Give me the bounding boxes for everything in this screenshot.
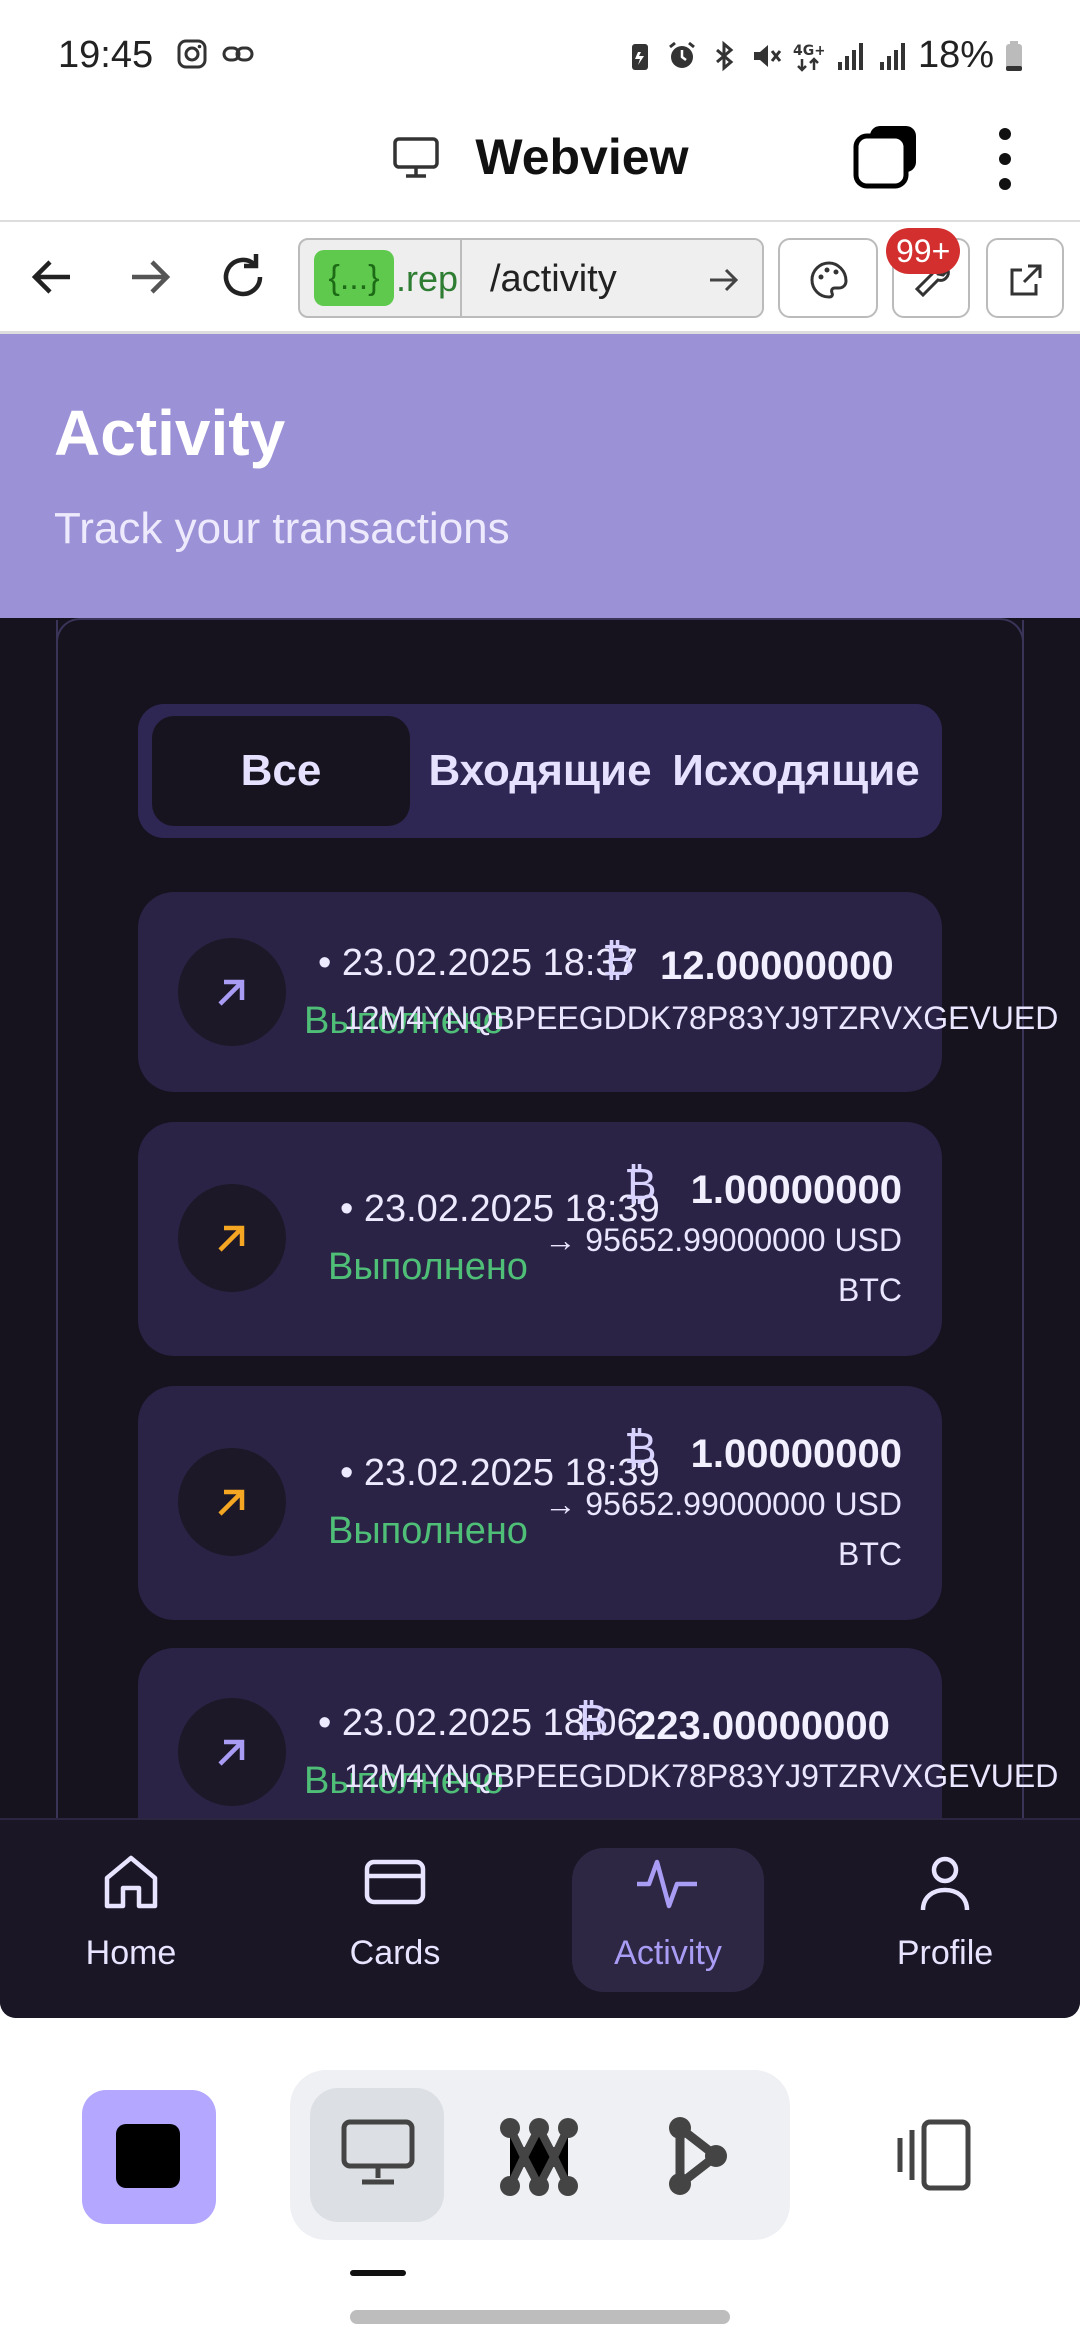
tab-outgoing[interactable]: Исходящие — [660, 716, 932, 826]
nav-home[interactable]: Home — [36, 1820, 226, 2018]
bitcoin-icon: ₿ — [576, 1696, 609, 1745]
battery-icon — [1006, 40, 1022, 71]
status-time: 19:45 — [58, 34, 154, 76]
bitcoin-icon: ₿ — [624, 1160, 657, 1209]
reload-icon[interactable] — [216, 250, 270, 304]
bluetooth-icon — [715, 40, 734, 71]
page-title: Activity — [54, 397, 286, 469]
tabs-icon[interactable] — [852, 124, 918, 190]
url-path: /activity — [490, 258, 617, 300]
tx-currency: BTC — [838, 1536, 902, 1572]
side-panel-icon[interactable] — [890, 2118, 976, 2192]
transaction-item[interactable]: • 23.02.2025 18:39 Выполнено ₿ 1.0000000… — [138, 1122, 942, 1356]
arrow-up-right-icon — [218, 1739, 245, 1766]
user-icon — [920, 1856, 970, 1911]
nav-label: Home — [85, 1934, 177, 1972]
home-icon — [104, 1855, 158, 1909]
tx-address: 12M4YNQBPEEGDDK78P83YJ9TZRVXGEVUED — [344, 1000, 1059, 1036]
nav-activity[interactable]: Activity — [572, 1820, 764, 2018]
url-host: .rep — [396, 258, 459, 299]
open-external-button[interactable] — [986, 238, 1064, 318]
monitor-icon — [392, 137, 439, 178]
external-link-icon — [1010, 264, 1042, 296]
svg-text:4G+: 4G+ — [793, 43, 824, 59]
tx-direction — [178, 1184, 286, 1292]
bitcoin-icon: ₿ — [602, 936, 635, 985]
webview-title: Webview — [475, 129, 689, 185]
url-chip: {...} — [314, 250, 394, 306]
mute-icon — [753, 44, 782, 67]
nav-profile[interactable]: Profile — [850, 1820, 1040, 2018]
tx-date: • 23.02.2025 18:37 — [318, 942, 638, 984]
forward-arrow-icon[interactable] — [122, 250, 176, 304]
more-menu-icon[interactable] — [990, 124, 1020, 194]
arrow-up-right-icon — [218, 1489, 245, 1516]
url-field[interactable]: {...} .rep /activity — [298, 238, 764, 318]
bitcoin-icon: ₿ — [624, 1424, 657, 1473]
go-arrow-icon[interactable] — [706, 262, 742, 298]
tx-conversion: → 95652.99000000 USD — [544, 1222, 902, 1258]
instagram-icon — [177, 39, 207, 69]
notification-badge: 99+ — [886, 228, 961, 274]
tx-amount: 1.00000000 — [690, 1168, 902, 1212]
filter-tabs: Все Входящие Исходящие — [138, 704, 942, 838]
view-mode-group — [290, 2070, 790, 2240]
tab-incoming[interactable]: Входящие — [422, 716, 658, 826]
monitor-icon[interactable] — [340, 2118, 416, 2188]
battery-saver-icon — [631, 43, 648, 70]
page-subtitle: Track your transactions — [54, 504, 510, 553]
tx-status: Выполнено — [328, 1246, 528, 1288]
nav-cards[interactable]: Cards — [300, 1820, 490, 2018]
activity-icon — [637, 1859, 697, 1909]
arrow-up-right-icon — [218, 1225, 245, 1252]
card-icon — [364, 1859, 426, 1905]
nav-label: Activity — [614, 1934, 722, 1972]
battery-percent: 18% — [917, 34, 994, 76]
tx-status: Выполнено — [328, 1510, 528, 1552]
alarm-icon — [669, 41, 695, 68]
app-header: Activity Track your transactions — [0, 334, 1080, 618]
tool-bar — [0, 2018, 1080, 2288]
tx-direction — [178, 1448, 286, 1556]
tx-direction — [178, 1698, 286, 1806]
bottom-nav: Home Cards Activity Profile — [0, 1818, 1080, 2018]
palette-icon — [810, 261, 848, 299]
nav-label: Cards — [349, 1934, 441, 1972]
stop-button[interactable] — [82, 2090, 216, 2224]
4g-icon: 4G+ — [793, 43, 824, 72]
theme-button[interactable] — [778, 238, 878, 318]
tx-address: 12M4YNQBPEEGDDK78P83YJ9TZRVXGEVUED — [344, 1758, 1059, 1794]
app-screen: Activity Track your transactions Все Вхо… — [0, 334, 1080, 2018]
status-bar: 19:45 4G+ 18% — [0, 0, 1080, 110]
tx-amount: 223.00000000 — [634, 1704, 890, 1748]
transaction-item[interactable]: • 23.02.2025 18:37 Выполнено ₿ 12.000000… — [138, 892, 1058, 1092]
tab-all[interactable]: Все — [152, 716, 410, 826]
tx-amount: 1.00000000 — [690, 1432, 902, 1476]
signal-icon — [837, 42, 863, 70]
arrow-up-right-icon — [218, 979, 245, 1006]
graph-icon[interactable] — [666, 2116, 730, 2196]
network-icon[interactable] — [496, 2114, 582, 2200]
tx-conversion: → 95652.99000000 USD — [544, 1486, 902, 1522]
tx-amount: 12.00000000 — [660, 944, 894, 988]
stop-icon — [116, 2124, 180, 2188]
home-indicator — [350, 2310, 730, 2324]
webview-titlebar: Webview — [0, 110, 1080, 222]
signal-icon — [879, 42, 905, 70]
tx-currency: BTC — [838, 1272, 902, 1308]
link-icon — [222, 46, 254, 62]
transaction-item[interactable]: • 23.02.2025 18:39 Выполнено ₿ 1.0000000… — [138, 1386, 942, 1620]
nav-label: Profile — [896, 1934, 994, 1972]
back-arrow-icon[interactable] — [26, 250, 80, 304]
tx-direction — [178, 938, 286, 1046]
